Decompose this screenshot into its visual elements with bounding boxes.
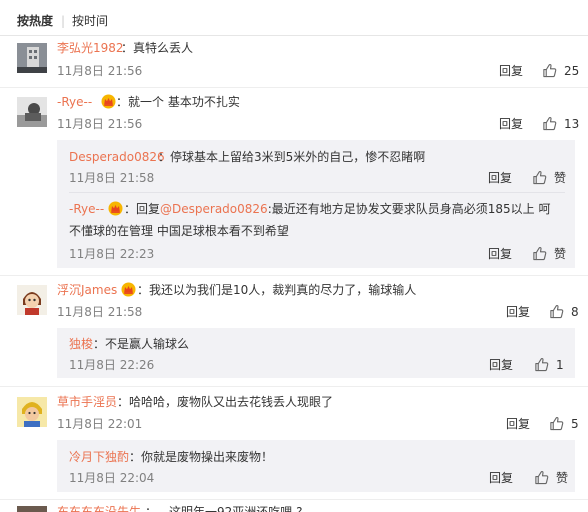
- like-button[interactable]: 1: [534, 357, 572, 373]
- thumbs-up-icon: [534, 357, 549, 372]
- reply-button[interactable]: 回复: [489, 358, 513, 372]
- comment-time: 11月8日 22:01: [57, 417, 143, 431]
- avatar[interactable]: [17, 97, 47, 127]
- mention-link[interactable]: @Desperado0826: [160, 202, 268, 216]
- thumbs-up-icon: [542, 116, 557, 131]
- avatar-image: [17, 285, 47, 315]
- reply-text-block: ：回复@Desperado0826:最近还有地方足协发文要求队员身高必须185以…: [69, 198, 565, 242]
- reply-text: ：不是赢人输球么: [93, 337, 190, 351]
- comment-username[interactable]: -Rye--: [57, 94, 92, 110]
- avatar-image: [17, 43, 47, 73]
- like-button[interactable]: 赞: [532, 170, 572, 186]
- thumbs-up-icon: [549, 304, 564, 319]
- avatar[interactable]: [17, 397, 47, 427]
- like-count: 5: [571, 417, 579, 431]
- comment-text: ：就一个 基本功不扎实: [116, 95, 240, 109]
- comment-username[interactable]: 浮沉James: [57, 282, 117, 298]
- thumbs-up-icon: [532, 170, 547, 185]
- comment-text: ：真特么丢人: [121, 41, 194, 55]
- comment-divider: [0, 386, 588, 387]
- reply-divider: [69, 192, 565, 193]
- reply-button[interactable]: 回复: [488, 247, 512, 261]
- avatar[interactable]: [17, 43, 47, 73]
- like-count: 8: [571, 305, 579, 319]
- comment-time: 11月8日 21:56: [57, 117, 143, 131]
- reply-button[interactable]: 回复: [489, 471, 513, 485]
- reply-list: 冷月下独酌 ：你就是废物操出来废物！ 11月8日 22:04 回复 赞: [57, 440, 575, 492]
- sort-by-time-tab[interactable]: 按时间: [72, 13, 108, 29]
- like-count: 25: [564, 64, 580, 78]
- reply-username[interactable]: 冷月下独酌: [69, 449, 129, 465]
- comment-username[interactable]: 李弘光1982: [57, 40, 124, 56]
- comment-username[interactable]: 草市手淫员: [57, 394, 117, 410]
- comment-text: ：哈哈哈，废物队又出去花钱丢人现眼了: [117, 395, 334, 409]
- reply-button[interactable]: 回复: [506, 305, 530, 319]
- sort-bar: 按热度 | 按时间: [0, 0, 588, 36]
- avatar-image: [17, 397, 47, 427]
- reply-button[interactable]: 回复: [488, 171, 512, 185]
- like-button[interactable]: 赞: [532, 246, 572, 262]
- reply-username[interactable]: Desperado0826: [69, 149, 165, 165]
- like-label: 赞: [556, 471, 569, 485]
- like-button[interactable]: 25: [542, 63, 582, 79]
- reply-list: Desperado0826 ：停球基本上留给3米到5米外的自己，惨不忍睹啊 11…: [57, 140, 575, 268]
- thumbs-up-icon: [549, 416, 564, 431]
- comment-time: 11月8日 21:58: [57, 305, 143, 319]
- like-button[interactable]: 8: [549, 304, 584, 320]
- reply-time: 11月8日 21:58: [69, 171, 155, 185]
- comment-username[interactable]: 东东东东没先生: [57, 504, 141, 512]
- avatar-image: [17, 506, 47, 512]
- avatar[interactable]: [17, 285, 47, 315]
- comment-text: ：我还以为我们是10人，裁判真的尽力了，输球输人: [137, 283, 417, 297]
- reply-list: 独梭 ：不是赢人输球么 11月8日 22:26 回复 1: [57, 328, 575, 378]
- comment-text: ：…这明年一92亚洲还吃哩 ?: [145, 505, 303, 512]
- comment-divider: [0, 275, 588, 276]
- reply-time: 11月8日 22:26: [69, 358, 155, 372]
- avatar[interactable]: [17, 506, 47, 512]
- reply-time: 11月8日 22:04: [69, 471, 155, 485]
- comment-divider: [0, 87, 588, 88]
- vip-crown-icon: [121, 282, 136, 297]
- thumbs-up-icon: [532, 246, 547, 261]
- thumbs-up-icon: [534, 470, 549, 485]
- like-label: 赞: [554, 171, 567, 185]
- reply-username[interactable]: 独梭: [69, 336, 93, 352]
- reply-text: ：停球基本上留给3米到5米外的自己，惨不忍睹啊: [158, 150, 426, 164]
- thumbs-up-icon: [542, 63, 557, 78]
- reply-button[interactable]: 回复: [499, 64, 523, 78]
- sort-separator: |: [61, 14, 66, 28]
- sort-by-hot-tab[interactable]: 按热度: [17, 13, 53, 29]
- vip-crown-icon: [101, 94, 116, 109]
- reply-button[interactable]: 回复: [499, 117, 523, 131]
- reply-time: 11月8日 22:23: [69, 247, 155, 261]
- like-button[interactable]: 13: [542, 116, 582, 132]
- like-label: 赞: [554, 247, 567, 261]
- like-button[interactable]: 5: [549, 416, 584, 432]
- like-button[interactable]: 赞: [534, 470, 572, 486]
- reply-button[interactable]: 回复: [506, 417, 530, 431]
- reply-text-prefix: ：回复: [124, 202, 161, 216]
- like-count: 1: [556, 358, 564, 372]
- avatar-image: [17, 97, 47, 127]
- reply-text: ：你就是废物操出来废物！: [129, 450, 274, 464]
- comment-divider: [0, 499, 588, 500]
- comment-time: 11月8日 21:56: [57, 64, 143, 78]
- like-count: 13: [564, 117, 580, 131]
